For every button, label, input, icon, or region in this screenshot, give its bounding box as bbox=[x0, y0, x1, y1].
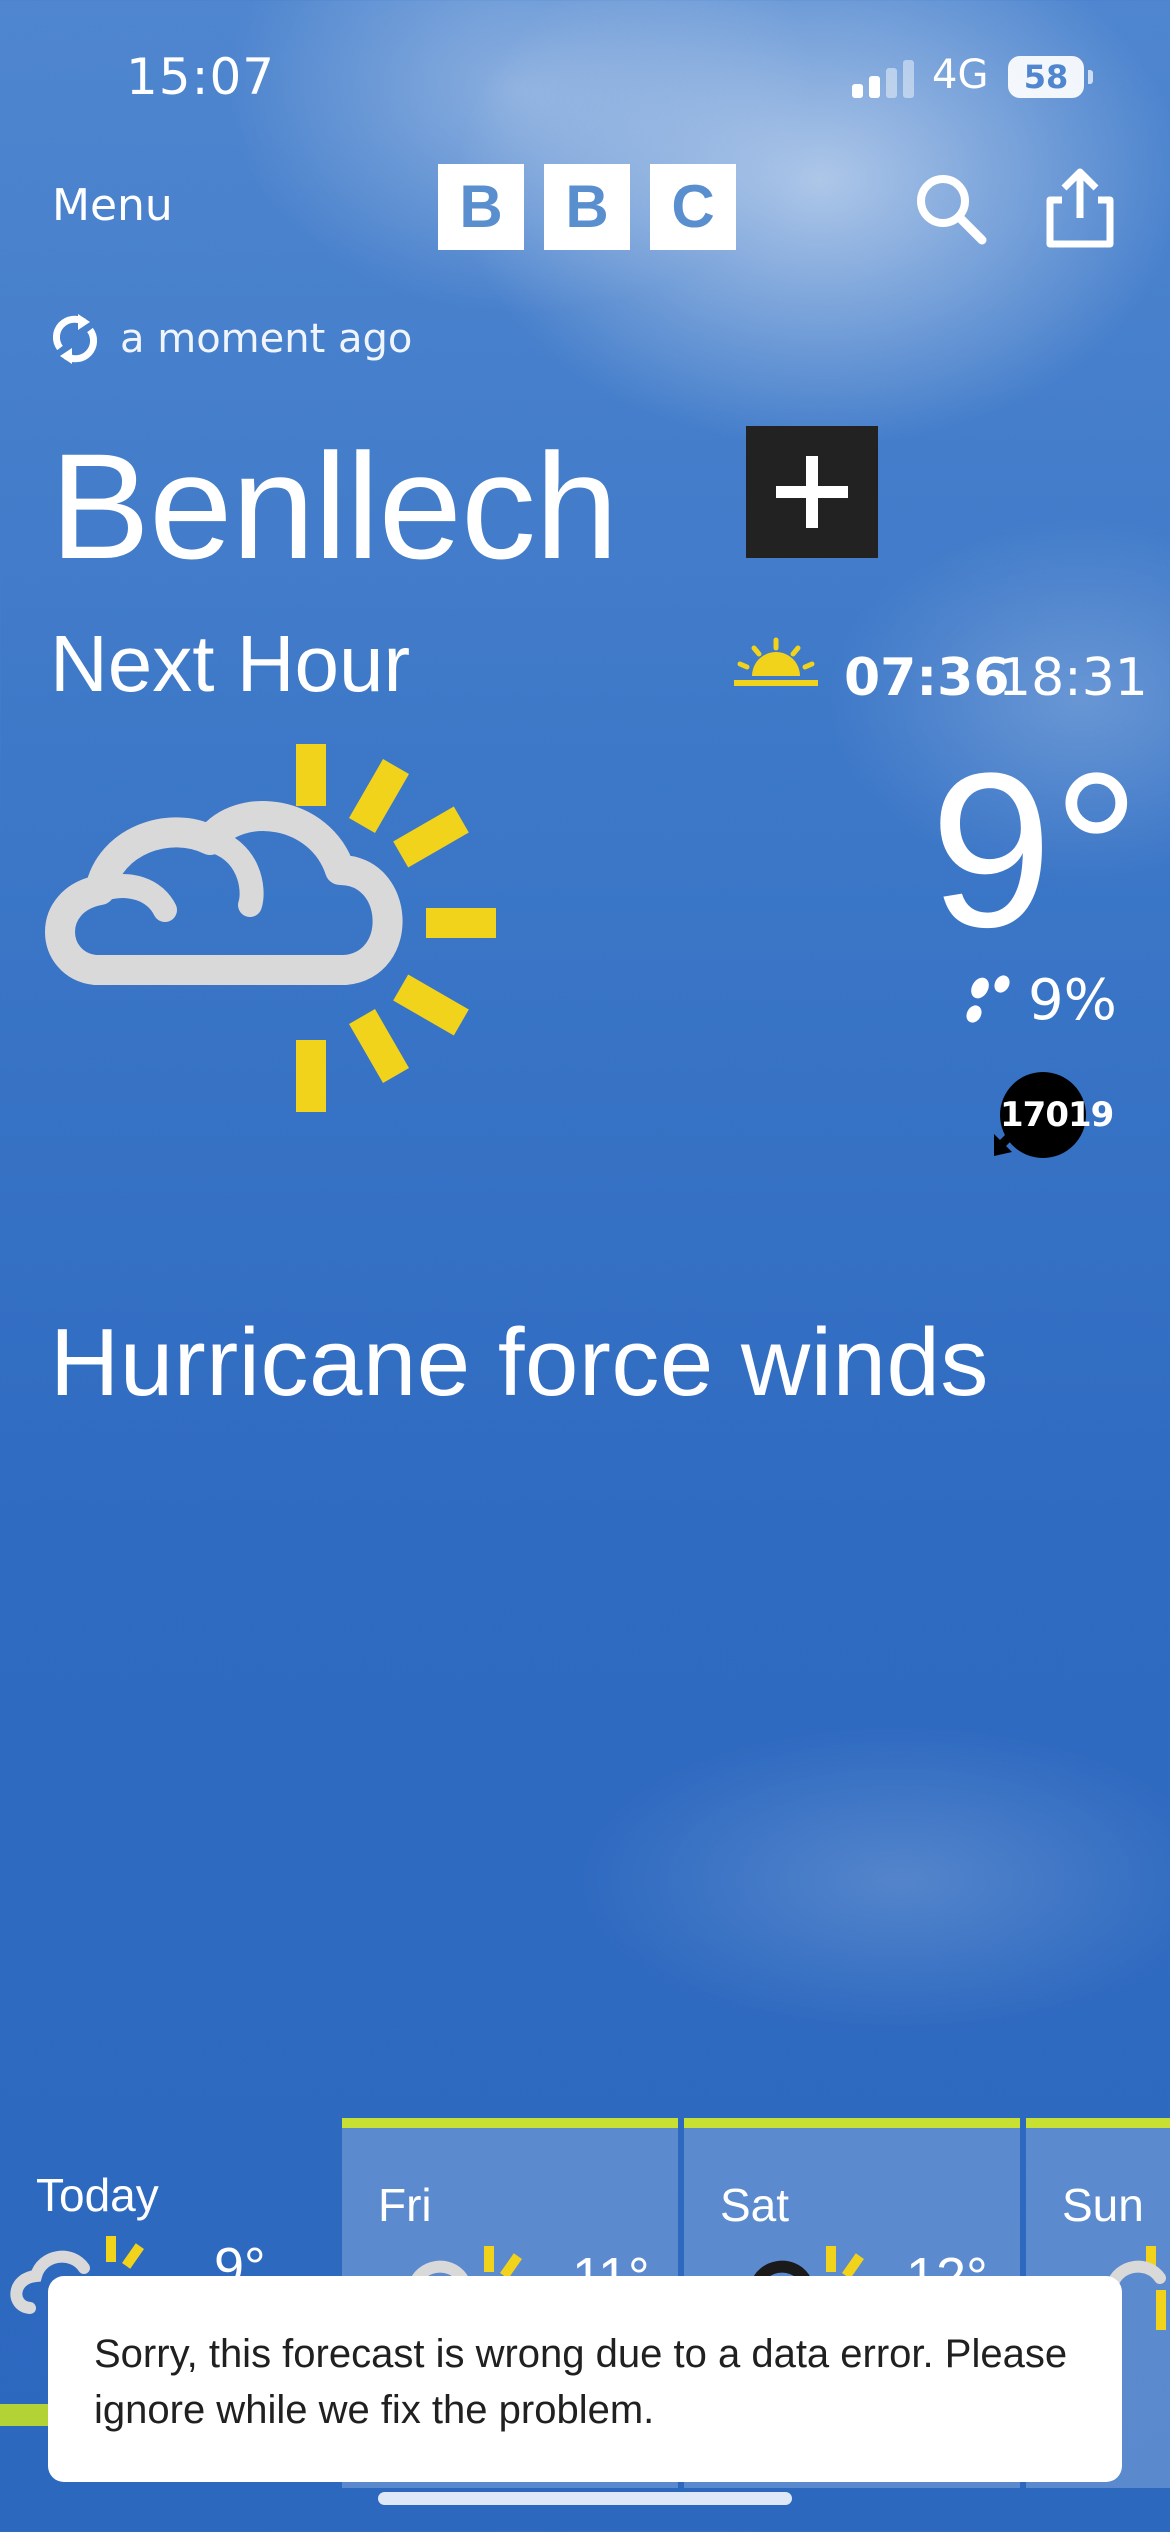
add-location-button[interactable] bbox=[746, 426, 878, 558]
precipitation-chance: 9% bbox=[1028, 968, 1117, 1033]
signal-icon bbox=[852, 58, 914, 98]
battery-icon: 58 bbox=[1008, 56, 1084, 98]
sunrise-icon bbox=[734, 637, 818, 686]
weather-summary: Hurricane force winds bbox=[50, 1309, 989, 1416]
share-icon[interactable] bbox=[1040, 166, 1120, 250]
refresh-icon[interactable] bbox=[48, 312, 102, 366]
battery-tip bbox=[1088, 70, 1093, 84]
status-time: 15:07 bbox=[126, 48, 276, 106]
period-label: Next Hour bbox=[50, 619, 411, 708]
day-name: Sun bbox=[1062, 2179, 1144, 2231]
sunset-time: 18:31 bbox=[998, 648, 1148, 708]
search-icon[interactable] bbox=[910, 168, 990, 248]
menu-button[interactable]: Menu bbox=[52, 180, 173, 231]
logo-block: C bbox=[650, 164, 736, 250]
network-label: 4G bbox=[932, 52, 989, 98]
location-title: Benllech bbox=[50, 422, 618, 590]
bbc-logo[interactable]: B B C bbox=[438, 164, 736, 250]
home-indicator[interactable] bbox=[378, 2492, 792, 2505]
current-temperature: 9° bbox=[930, 727, 1141, 973]
error-toast[interactable]: Sorry, this forecast is wrong due to a d… bbox=[48, 2276, 1122, 2482]
day-name: Sat bbox=[720, 2179, 790, 2231]
day-name: Today bbox=[36, 2169, 159, 2221]
logo-block: B bbox=[438, 164, 524, 250]
sunny-intervals-icon bbox=[45, 744, 496, 1112]
raindrops-icon bbox=[966, 975, 1010, 1023]
last-updated-text: a moment ago bbox=[120, 316, 413, 362]
day-name: Fri bbox=[378, 2179, 432, 2231]
logo-block: B bbox=[544, 164, 630, 250]
sunrise-time: 07:36 bbox=[844, 648, 1010, 708]
wind-speed-badge: 17019 bbox=[1000, 1072, 1114, 1158]
